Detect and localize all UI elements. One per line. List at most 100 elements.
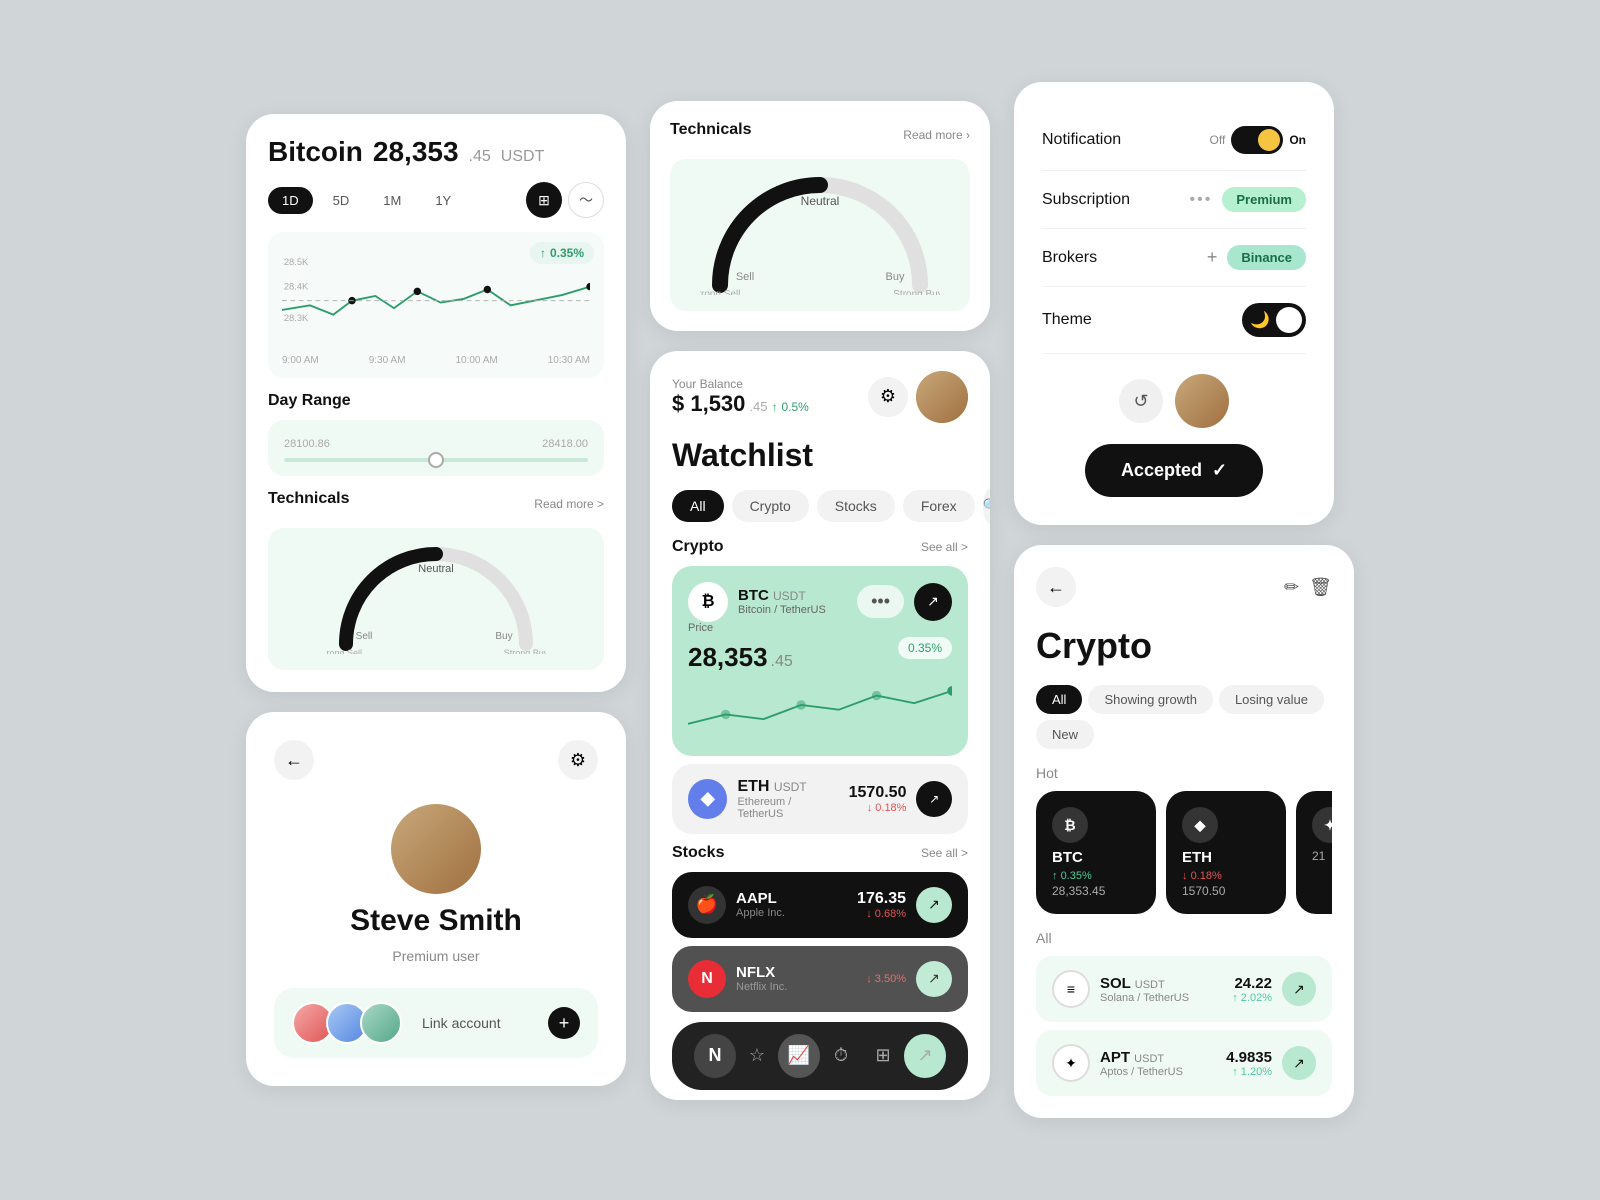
add-account-button[interactable]: + xyxy=(548,1007,580,1039)
settings-card: Notification Off On Subscription ••• Pre… xyxy=(1014,82,1334,525)
tf-5d[interactable]: 5D xyxy=(319,187,364,214)
notification-toggle[interactable] xyxy=(1231,126,1283,154)
svg-text:Strong Sell: Strong Sell xyxy=(700,289,740,295)
watchlist-settings-btn[interactable]: ⚙ xyxy=(868,377,908,417)
refresh-button[interactable]: ↺ xyxy=(1119,379,1163,423)
aapl-action-btn[interactable]: ↗ xyxy=(916,887,952,923)
filter-new[interactable]: New xyxy=(1036,720,1094,749)
tf-1d[interactable]: 1D xyxy=(268,187,313,214)
sol-sub: Solana / TetherUS xyxy=(1100,992,1222,1004)
crypto-detail-actions: ✏ 🗑 xyxy=(1284,577,1332,598)
bitcoin-currency: USDT xyxy=(501,148,545,166)
candlestick-btn[interactable]: ⊞ xyxy=(526,182,562,218)
technicals-section: Technicals Read more > Neutral Sell Buy … xyxy=(268,490,604,670)
technicals-title: Technicals xyxy=(268,490,350,508)
tf-1m[interactable]: 1M xyxy=(369,187,415,214)
settings-button[interactable]: ⚙ xyxy=(558,740,598,780)
bitcoin-price-dec: .45 xyxy=(469,148,491,166)
filter-growth[interactable]: Showing growth xyxy=(1088,685,1213,714)
watchlist-crypto-section: Crypto See all > ₿ BTC USDT Bitcoin / Te… xyxy=(650,538,990,834)
crypto-detail-nav: ← ✏ 🗑 xyxy=(1036,567,1332,607)
btc-info: BTC USDT Bitcoin / TetherUS xyxy=(738,587,826,616)
sol-action-btn[interactable]: ↗ xyxy=(1282,972,1316,1006)
line-chart-btn[interactable]: 〜 xyxy=(568,182,604,218)
toggle-thumb xyxy=(1258,129,1280,151)
delete-icon[interactable]: 🗑 xyxy=(1309,577,1332,598)
watchlist-header-actions: ⚙ xyxy=(868,371,968,423)
tech-gauge-svg: Neutral Sell Buy Strong Sell Strong Buy xyxy=(700,175,940,295)
btc-more-btn[interactable]: ••• xyxy=(857,585,904,618)
tf-1y[interactable]: 1Y xyxy=(421,187,465,214)
eth-price-val: 1570.50 xyxy=(849,784,907,802)
brokers-row: Brokers + Binance xyxy=(1042,229,1306,287)
btc-action-btn[interactable]: ↗ xyxy=(914,583,952,621)
brokers-add-icon[interactable]: + xyxy=(1207,247,1218,268)
crypto-detail-card: ← ✏ 🗑 Crypto All Showing growth Losing v… xyxy=(1014,545,1354,1118)
tech-read-more[interactable]: Read more › xyxy=(903,128,970,142)
svg-text:28.4K: 28.4K xyxy=(284,281,309,291)
nflx-name: NFLX xyxy=(736,964,787,981)
price-change-badge: ↑ 0.35% xyxy=(530,242,594,264)
btc-change-badge: 0.35% xyxy=(898,637,952,659)
profile-avatar xyxy=(391,804,481,894)
eth-pair: Ethereum / TetherUS xyxy=(737,796,838,820)
nflx-action-btn[interactable]: ↗ xyxy=(916,961,952,997)
filter-all[interactable]: All xyxy=(1036,685,1082,714)
back-button[interactable]: ← xyxy=(274,740,314,780)
theme-toggle[interactable]: 🌙 xyxy=(1242,303,1306,337)
eth-action-btn[interactable]: ↗ xyxy=(916,781,952,817)
nav-up-btn[interactable]: ↗ xyxy=(904,1034,946,1078)
subscription-label: Subscription xyxy=(1042,191,1130,209)
stocks-see-all[interactable]: See all > xyxy=(921,846,968,860)
profile-name: Steve Smith xyxy=(350,904,522,938)
price-label: Price xyxy=(688,622,793,634)
read-more-link[interactable]: Read more > xyxy=(534,497,604,511)
tab-crypto[interactable]: Crypto xyxy=(732,490,809,522)
aapl-price: 176.35 xyxy=(857,890,906,908)
subscription-badge: Premium xyxy=(1222,187,1306,212)
nav-chart-btn[interactable]: 📈 xyxy=(778,1034,820,1078)
accepted-button[interactable]: Accepted ✓ xyxy=(1085,444,1263,497)
moon-icon: 🌙 xyxy=(1250,310,1270,330)
crypto-back-btn[interactable]: ← xyxy=(1036,567,1076,607)
brokers-label: Brokers xyxy=(1042,249,1097,267)
bitcoin-header: Bitcoin 28,353 .45 USDT xyxy=(268,136,604,168)
apt-row: ✦ APT USDT Aptos / TetherUS 4.9835 ↑ 1.2… xyxy=(1036,1030,1332,1096)
x-label-3: 10:30 AM xyxy=(548,355,590,366)
aapl-info: AAPL Apple Inc. xyxy=(736,890,785,919)
down-arrow: ↓ xyxy=(867,802,873,814)
balance-info: Your Balance $ 1,530 .45 ↑ 0.5% xyxy=(672,377,809,417)
svg-text:Buy: Buy xyxy=(886,271,905,283)
bottom-nav: N ☆ 📈 ⏱ ⊞ ↗ xyxy=(672,1022,968,1090)
tab-forex[interactable]: Forex xyxy=(903,490,975,522)
btc-spark-chart xyxy=(688,675,952,735)
tab-stocks[interactable]: Stocks xyxy=(817,490,895,522)
hot-btc: ₿ BTC ↑ 0.35% 28,353.45 xyxy=(1036,791,1156,914)
filter-losing[interactable]: Losing value xyxy=(1219,685,1324,714)
watchlist-stocks-section: Stocks See all > 🍎 AAPL Apple Inc. 176.3… xyxy=(650,844,990,1012)
sol-icon: ≡ xyxy=(1052,970,1090,1008)
eth-row: ◆ ETH USDT Ethereum / TetherUS 1570.50 ↓… xyxy=(672,764,968,834)
link-account-label: Link account xyxy=(422,1015,501,1031)
svg-text:Sell: Sell xyxy=(356,631,373,642)
range-high: 28418.00 xyxy=(542,434,588,450)
sol-row: ≡ SOL USDT Solana / TetherUS 24.22 ↑ 2.0… xyxy=(1036,956,1332,1022)
watchlist-search-btn[interactable]: 🔍 xyxy=(983,488,990,524)
nav-grid-btn[interactable]: ⊞ xyxy=(862,1034,904,1078)
balance-amount: $ 1,530 xyxy=(672,391,745,417)
check-icon: ✓ xyxy=(1212,460,1227,481)
range-thumb[interactable] xyxy=(428,452,444,468)
eth-icon: ◆ xyxy=(688,779,727,819)
balance-dec: .45 xyxy=(749,399,767,414)
crypto-see-all[interactable]: See all > xyxy=(921,540,968,554)
nav-clock-btn[interactable]: ⏱ xyxy=(820,1034,862,1078)
hot-btc-name: BTC xyxy=(1052,849,1140,866)
nav-watchlist-btn[interactable]: ☆ xyxy=(736,1034,778,1078)
tab-all[interactable]: All xyxy=(672,490,724,522)
subscription-more-icon[interactable]: ••• xyxy=(1190,191,1213,209)
hot-eth-name: ETH xyxy=(1182,849,1270,866)
hot-eth-price: 1570.50 xyxy=(1182,884,1270,898)
apt-action-btn[interactable]: ↗ xyxy=(1282,1046,1316,1080)
edit-icon[interactable]: ✏ xyxy=(1284,577,1299,598)
sol-price-col: 24.22 ↑ 2.02% xyxy=(1232,975,1272,1004)
